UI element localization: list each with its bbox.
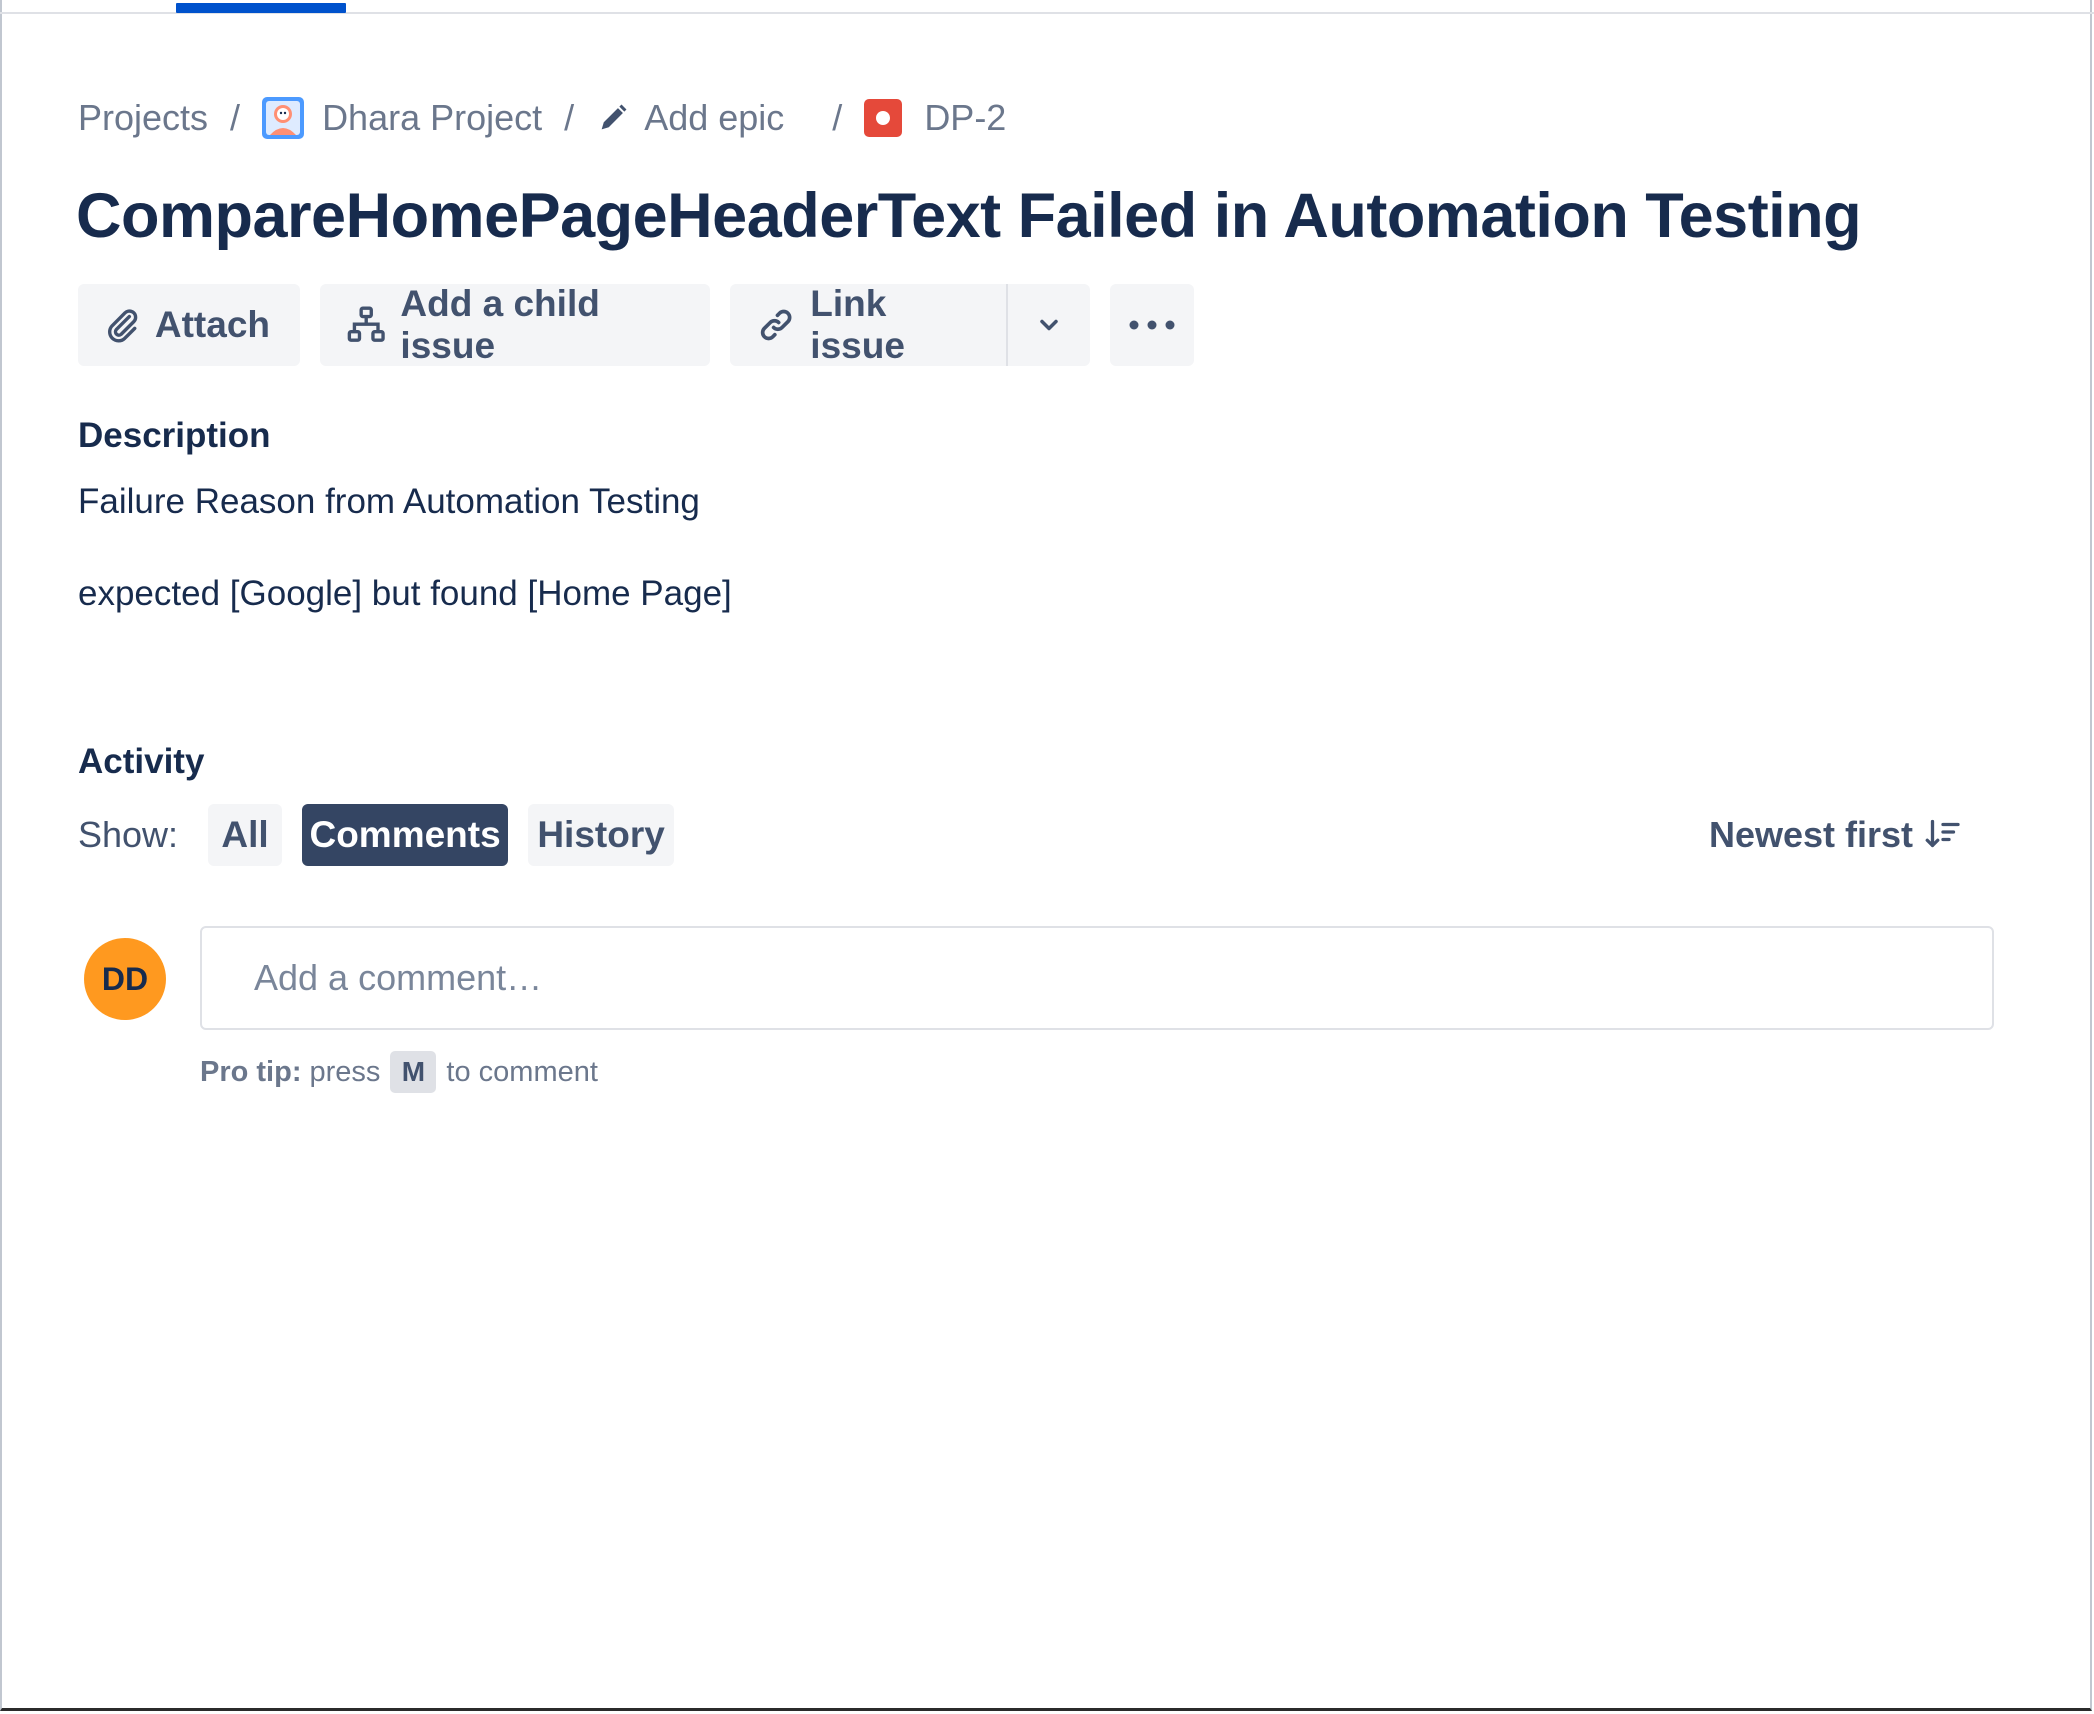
chevron-down-icon (1040, 319, 1058, 331)
description-text[interactable]: expected [Google] but found [Home Page] (78, 574, 732, 614)
keyboard-shortcut-key: M (390, 1051, 437, 1093)
breadcrumb-add-epic[interactable]: Add epic (596, 97, 784, 139)
more-actions-button[interactable] (1110, 284, 1194, 366)
sort-descending-icon (1925, 819, 1960, 848)
sort-order-button[interactable]: Newest first (1700, 804, 1970, 866)
description-heading: Description (78, 416, 271, 455)
link-issue-button[interactable]: Link issue (730, 283, 1006, 366)
project-avatar-icon (262, 97, 305, 139)
pro-tip-text: press (309, 1055, 381, 1088)
breadcrumb-project-label: Dhara Project (322, 97, 543, 138)
link-issue-group: Link issue (730, 283, 1090, 366)
filter-comments-button[interactable]: Comments (302, 804, 509, 866)
add-comment-input[interactable] (200, 926, 1994, 1030)
show-label: Show: (78, 814, 179, 855)
breadcrumb-project[interactable]: Dhara Project (262, 97, 542, 139)
link-issue-dropdown-button[interactable] (1006, 284, 1090, 366)
sort-order-label: Newest first (1708, 814, 1914, 855)
pro-tip-text: to comment (446, 1055, 598, 1088)
breadcrumb-separator: / (832, 97, 843, 138)
link-issue-label: Link issue (810, 283, 905, 366)
breadcrumb-separator: / (564, 97, 575, 138)
pro-tip: Pro tip: press M to comment (200, 1050, 598, 1094)
breadcrumb-separator: / (230, 97, 241, 138)
filter-history-button[interactable]: History (528, 804, 675, 866)
breadcrumb-issue-label: DP-2 (924, 97, 1007, 138)
issue-title[interactable]: CompareHomePageHeaderText Failed in Auto… (76, 180, 1862, 252)
more-horizontal-icon (1129, 320, 1175, 330)
breadcrumb-epic-label: Add epic (644, 97, 785, 138)
filter-all-button[interactable]: All (208, 804, 283, 866)
breadcrumb-projects-label: Projects (78, 97, 209, 138)
active-tab-indicator (176, 3, 346, 13)
link-icon (760, 309, 792, 341)
add-child-issue-label: Add a child issue (400, 283, 600, 366)
bug-icon (864, 99, 903, 137)
paperclip-icon (108, 309, 138, 343)
breadcrumb: Projects / Dhara Project / Add epic / DP… (78, 92, 1006, 144)
breadcrumb-issue-key[interactable]: DP-2 (864, 97, 1006, 139)
activity-heading: Activity (78, 742, 205, 781)
activity-filter-bar: Show: All Comments History (78, 804, 694, 866)
user-avatar[interactable]: DD (84, 938, 166, 1020)
hierarchy-icon (347, 306, 385, 342)
attach-button[interactable]: Attach (78, 284, 300, 366)
pro-tip-label: Pro tip: (200, 1055, 302, 1088)
issue-toolbar: Attach Add a child issue Link issue (78, 283, 1194, 366)
description-text[interactable]: Failure Reason from Automation Testing (78, 482, 700, 522)
attach-label: Attach (154, 304, 270, 345)
add-child-issue-button[interactable]: Add a child issue (320, 283, 710, 366)
pencil-icon (601, 104, 627, 130)
breadcrumb-projects[interactable]: Projects (78, 97, 208, 139)
